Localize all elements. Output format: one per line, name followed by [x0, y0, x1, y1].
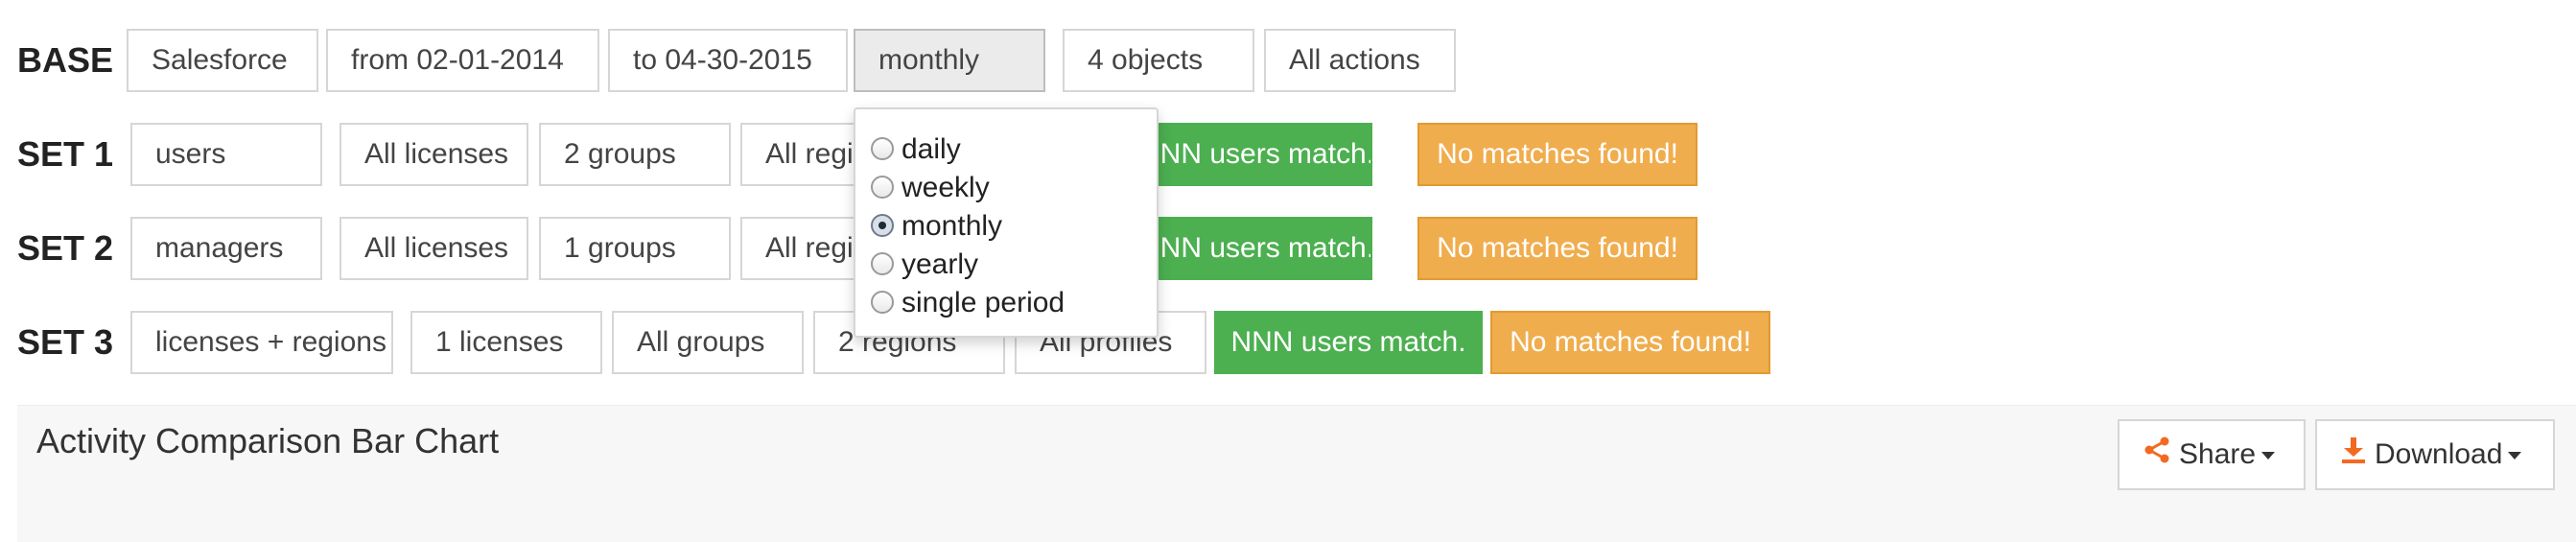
period-option-monthly[interactable]: monthly: [871, 207, 1002, 246]
groups-selector[interactable]: 2 groups: [539, 123, 731, 186]
set-label: SET 2: [17, 228, 114, 268]
from-date-selector[interactable]: from 02-01-2014: [326, 29, 599, 92]
period-option-single-period[interactable]: single period: [871, 284, 1065, 322]
base-label: BASE: [17, 40, 114, 80]
set-row: SET 3 licenses + regions 1 licenses All …: [0, 311, 2576, 378]
licenses-selector[interactable]: All licenses: [340, 123, 528, 186]
radio-icon[interactable]: [871, 176, 894, 200]
set-row: SET 1 users All licenses 2 groups All re…: [0, 123, 2576, 190]
panel-title: Activity Comparison Bar Chart: [36, 421, 500, 460]
radio-icon[interactable]: [871, 291, 894, 315]
radio-icon[interactable]: [871, 137, 894, 161]
set-row: SET 2 managers All licenses 1 groups All…: [0, 217, 2576, 284]
no-matches-badge: No matches found!: [1490, 311, 1770, 374]
licenses-selector[interactable]: 1 licenses: [410, 311, 602, 374]
period-option-label: yearly: [902, 248, 979, 280]
no-matches-badge: No matches found!: [1417, 123, 1698, 186]
period-option-label: daily: [902, 133, 961, 165]
caret-down-icon: [2261, 452, 2276, 460]
set-type-selector[interactable]: licenses + regions: [130, 311, 393, 374]
set-type-selector[interactable]: managers: [130, 217, 322, 280]
period-option-daily[interactable]: daily: [871, 130, 961, 169]
licenses-selector[interactable]: All licenses: [340, 217, 528, 280]
match-count-badge: NNN users match.: [1137, 217, 1372, 280]
chart-panel-header: Activity Comparison Bar Chart Share Down…: [17, 405, 2576, 542]
base-row: BASE Salesforce from 02-01-2014 to 04-30…: [0, 29, 2576, 96]
set-label: SET 1: [17, 134, 114, 174]
radio-checked-icon[interactable]: [871, 214, 894, 238]
share-icon: [2143, 422, 2171, 489]
download-icon: [2340, 422, 2367, 489]
period-option-label: single period: [902, 287, 1066, 318]
source-selector[interactable]: Salesforce: [127, 29, 318, 92]
to-date-selector[interactable]: to 04-30-2015: [608, 29, 848, 92]
groups-selector[interactable]: 1 groups: [539, 217, 731, 280]
match-count-badge: NNN users match.: [1214, 311, 1483, 374]
objects-selector[interactable]: 4 objects: [1063, 29, 1254, 92]
period-dropdown-menu: daily weekly monthly yearly single perio…: [854, 107, 1159, 338]
share-button[interactable]: Share: [2118, 419, 2306, 490]
actions-selector[interactable]: All actions: [1264, 29, 1456, 92]
period-option-yearly[interactable]: yearly: [871, 246, 978, 284]
download-label: Download: [2375, 438, 2503, 470]
groups-selector[interactable]: All groups: [612, 311, 804, 374]
download-button[interactable]: Download: [2315, 419, 2555, 490]
period-option-label: monthly: [902, 210, 1003, 242]
set-label: SET 3: [17, 322, 114, 362]
period-selector[interactable]: monthly: [854, 29, 1045, 92]
share-label: Share: [2179, 438, 2257, 470]
no-matches-badge: No matches found!: [1417, 217, 1698, 280]
period-option-weekly[interactable]: weekly: [871, 169, 990, 207]
set-type-selector[interactable]: users: [130, 123, 322, 186]
match-count-badge: NNN users match.: [1137, 123, 1372, 186]
period-option-label: weekly: [902, 172, 990, 203]
caret-down-icon: [2508, 452, 2522, 460]
radio-icon[interactable]: [871, 252, 894, 276]
